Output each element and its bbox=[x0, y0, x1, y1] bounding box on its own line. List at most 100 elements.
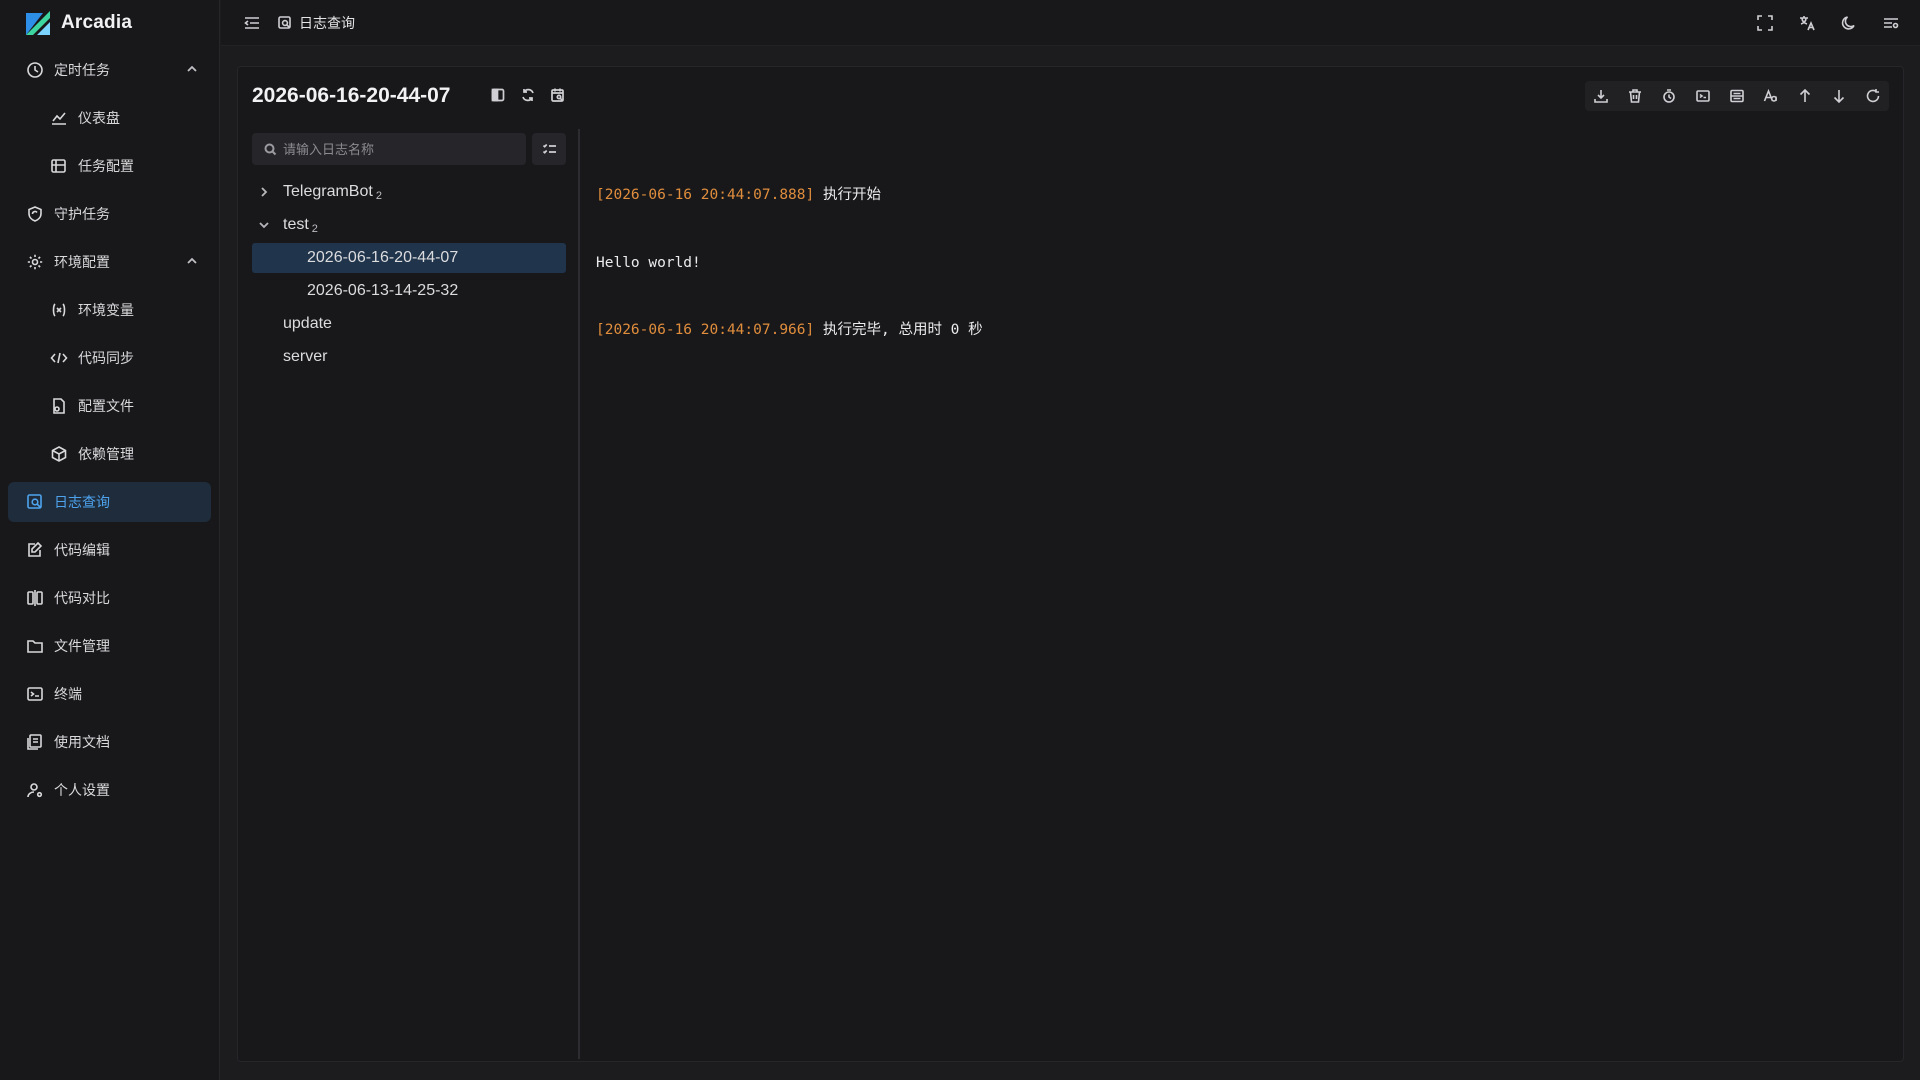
log-line: [2026-06-16 20:44:07.888] 执行开始 bbox=[596, 184, 983, 207]
gear-icon bbox=[26, 253, 44, 271]
filter-list-icon bbox=[542, 143, 556, 154]
tree-node-name: 2026-06-13-14-25-32 bbox=[307, 282, 459, 299]
tree-node-label: test 2 bbox=[283, 216, 318, 235]
log-timestamp: [2026-06-16 20:44:07.888] bbox=[596, 187, 815, 203]
edit-icon bbox=[26, 541, 44, 559]
tree-folder-telegrambot[interactable]: TelegramBot 2 bbox=[252, 177, 566, 207]
settings-sliders-icon[interactable] bbox=[1880, 12, 1902, 34]
log-card: 2026-06-16-20-44-07 TelegramBot2 test2 bbox=[237, 66, 1904, 1062]
package-icon bbox=[50, 445, 68, 463]
moon-icon[interactable] bbox=[1838, 12, 1860, 34]
trash-icon[interactable] bbox=[1625, 86, 1645, 106]
log-output: [2026-06-16 20:44:07.888] 执行开始 Hello wor… bbox=[596, 139, 983, 387]
terminal-icon bbox=[26, 685, 44, 703]
log-search-icon bbox=[278, 15, 291, 29]
download-icon[interactable] bbox=[1591, 86, 1611, 106]
tree-file[interactable]: 2026-06-13-14-25-32 bbox=[252, 276, 566, 306]
sidebar-item-label: 终端 bbox=[54, 686, 82, 702]
refresh-icon[interactable] bbox=[520, 87, 536, 108]
sidebar-item-dashboard[interactable]: 仪表盘 bbox=[8, 98, 211, 138]
sidebar-item-config-files[interactable]: 配置文件 bbox=[8, 386, 211, 426]
calendar-search-icon[interactable] bbox=[550, 87, 566, 108]
panel-toggle-icon[interactable] bbox=[490, 87, 506, 108]
log-search-input[interactable] bbox=[283, 141, 513, 157]
breadcrumb-label: 日志查询 bbox=[299, 14, 355, 31]
font-size-icon[interactable] bbox=[1761, 86, 1781, 106]
diff-icon bbox=[26, 589, 44, 607]
log-line: [2026-06-16 20:44:07.966] 执行完毕, 总用时 0 秒 bbox=[596, 319, 983, 342]
sidebar-item-code-sync[interactable]: 代码同步 bbox=[8, 338, 211, 378]
sidebar-item-task-config[interactable]: 任务配置 bbox=[8, 146, 211, 186]
terminal-box-icon[interactable] bbox=[1693, 86, 1713, 106]
log-text: 执行完毕, 总用时 0 秒 bbox=[814, 322, 983, 338]
sidebar-item-code-diff[interactable]: 代码对比 bbox=[8, 578, 211, 618]
sidebar-item-user-settings[interactable]: 个人设置 bbox=[8, 770, 211, 810]
chevron-right-icon[interactable] bbox=[257, 185, 271, 199]
chevron-down-icon[interactable] bbox=[257, 218, 271, 232]
tree-node-name: test bbox=[283, 216, 309, 233]
sidebar-item-label: 守护任务 bbox=[54, 206, 110, 222]
top-header: 日志查询 bbox=[221, 0, 1920, 46]
filter-list-button[interactable] bbox=[532, 133, 566, 165]
refresh-icon[interactable] bbox=[1863, 86, 1883, 106]
translate-icon[interactable] bbox=[1796, 12, 1818, 34]
tree-folder-server[interactable]: server bbox=[252, 342, 566, 372]
arrow-down-icon[interactable] bbox=[1829, 86, 1849, 106]
tree-node-name: server bbox=[283, 348, 328, 365]
clock-icon bbox=[26, 61, 44, 79]
log-search-box[interactable] bbox=[252, 133, 526, 165]
tree-node-name: TelegramBot bbox=[283, 183, 373, 200]
title-actions bbox=[490, 87, 566, 108]
sidebar-item-label: 文件管理 bbox=[54, 638, 110, 654]
log-tree: TelegramBot 2 test 2 2026-06-16-20-44-07 2… bbox=[252, 177, 566, 375]
chevron-up-icon[interactable] bbox=[185, 254, 199, 268]
sidebar-item-dependencies[interactable]: 依赖管理 bbox=[8, 434, 211, 474]
sidebar-item-label: 环境变量 bbox=[78, 302, 134, 318]
clock-history-icon[interactable] bbox=[1659, 86, 1679, 106]
menu-collapse-icon[interactable] bbox=[241, 12, 263, 34]
sidebar-item-env-config[interactable]: 环境配置 bbox=[8, 242, 211, 282]
sidebar-item-label: 定时任务 bbox=[54, 62, 110, 78]
arrow-up-icon[interactable] bbox=[1795, 86, 1815, 106]
sidebar-item-log-search[interactable]: 日志查询 bbox=[8, 482, 211, 522]
sidebar-item-docs[interactable]: 使用文档 bbox=[8, 722, 211, 762]
sidebar-item-label: 代码对比 bbox=[54, 590, 110, 606]
folder-icon bbox=[26, 637, 44, 655]
sidebar-item-label: 配置文件 bbox=[78, 398, 134, 414]
tree-folder-test[interactable]: test 2 bbox=[252, 210, 566, 240]
log-line: Hello world! bbox=[596, 252, 983, 275]
sidebar-item-label: 日志查询 bbox=[54, 494, 110, 510]
sidebar-item-label: 仪表盘 bbox=[78, 110, 120, 126]
fullscreen-icon[interactable] bbox=[1754, 12, 1776, 34]
sidebar-item-label: 任务配置 bbox=[78, 158, 134, 174]
sidebar-item-label: 依赖管理 bbox=[78, 446, 134, 462]
shield-refresh-icon bbox=[26, 205, 44, 223]
log-timestamp: [2026-06-16 20:44:07.966] bbox=[596, 322, 815, 338]
count-badge: 2 bbox=[375, 190, 382, 202]
logo[interactable]: Arcadia bbox=[0, 0, 219, 46]
tree-node-name: 2026-06-16-20-44-07 bbox=[307, 249, 459, 266]
sidebar-item-cron-tasks[interactable]: 定时任务 bbox=[8, 50, 211, 90]
code-sync-icon bbox=[50, 349, 68, 367]
tree-node-name: update bbox=[283, 315, 332, 332]
sidebar-item-label: 使用文档 bbox=[54, 734, 110, 750]
tree-file-selected[interactable]: 2026-06-16-20-44-07 bbox=[252, 243, 566, 273]
arcadia-logo-icon bbox=[26, 11, 50, 35]
sidebar-item-terminal[interactable]: 终端 bbox=[8, 674, 211, 714]
chart-line-icon bbox=[50, 109, 68, 127]
sidebar-item-env-vars[interactable]: 环境变量 bbox=[8, 290, 211, 330]
log-toolbar bbox=[1585, 81, 1889, 111]
sidebar-item-label: 环境配置 bbox=[54, 254, 110, 270]
task-config-icon bbox=[50, 157, 68, 175]
panel-resize-handle[interactable] bbox=[578, 129, 580, 1059]
log-title: 2026-06-16-20-44-07 bbox=[252, 84, 451, 107]
breadcrumb[interactable]: 日志查询 bbox=[277, 13, 355, 33]
tree-folder-update[interactable]: update bbox=[252, 309, 566, 339]
sidebar-item-code-edit[interactable]: 代码编辑 bbox=[8, 530, 211, 570]
sidebar-item-daemon-tasks[interactable]: 守护任务 bbox=[8, 194, 211, 234]
wrap-lines-icon[interactable] bbox=[1727, 86, 1747, 106]
log-search-icon bbox=[26, 493, 44, 511]
sidebar-item-file-manager[interactable]: 文件管理 bbox=[8, 626, 211, 666]
docs-icon bbox=[26, 733, 44, 751]
chevron-up-icon[interactable] bbox=[185, 62, 199, 76]
